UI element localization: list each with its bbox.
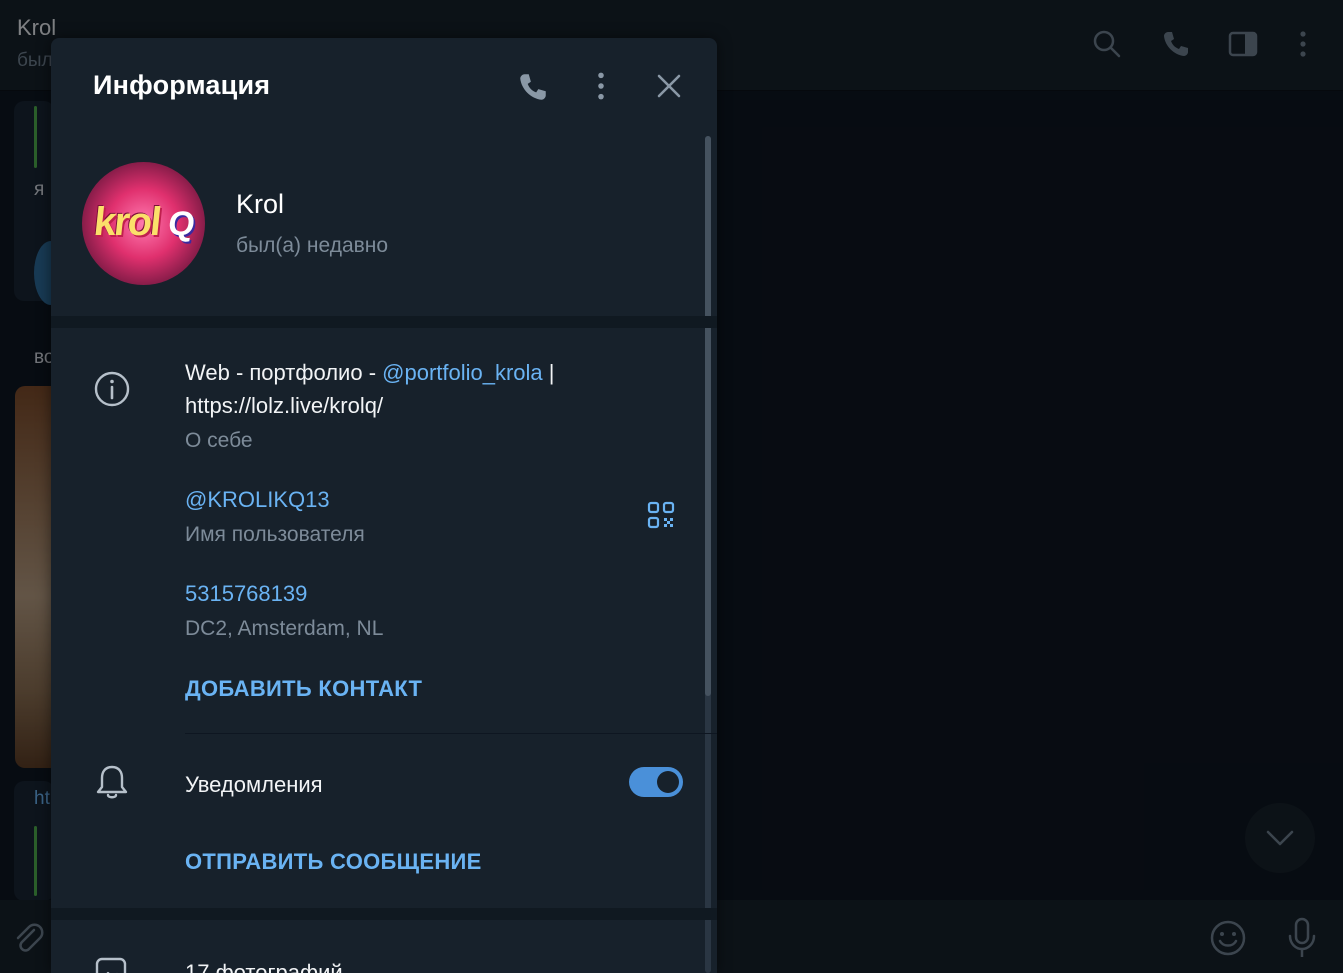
- more-vert-icon[interactable]: [584, 69, 618, 103]
- bio-text: Web - портфолио -: [185, 360, 383, 385]
- user-id[interactable]: 5315768139: [185, 581, 307, 607]
- avatar-logo: krol Q: [91, 200, 195, 244]
- avatar[interactable]: krol Q: [82, 162, 205, 285]
- phone-icon[interactable]: [516, 70, 550, 104]
- user-name: Krol: [236, 189, 285, 219]
- notifications-label: Уведомления: [185, 772, 323, 797]
- info-icon: [94, 371, 130, 407]
- username-caption: Имя пользователя: [185, 523, 365, 546]
- bio-url[interactable]: https://lolz.live/krolq/: [185, 393, 383, 419]
- bell-icon: [96, 765, 128, 799]
- bio-text: |: [542, 360, 555, 385]
- section-divider: [51, 908, 717, 920]
- user-info-panel: Информация krol Q Krol был(а) недавно We…: [51, 38, 717, 973]
- bio-caption: О себе: [185, 429, 253, 452]
- toggle-knob: [657, 771, 679, 793]
- add-contact-button[interactable]: ДОБАВИТЬ КОНТАКТ: [185, 676, 422, 702]
- photos-count-item[interactable]: 17 фотографий: [185, 960, 343, 973]
- send-message-button[interactable]: ОТПРАВИТЬ СООБЩЕНИЕ: [185, 849, 482, 875]
- close-icon[interactable]: [653, 70, 685, 102]
- bio-line-1: Web - портфолио - @portfolio_krola |: [185, 360, 555, 386]
- qr-code-icon[interactable]: [646, 500, 676, 530]
- section-divider: [51, 316, 717, 328]
- user-status: был(а) недавно: [236, 234, 389, 257]
- panel-title: Информация: [93, 70, 271, 100]
- username-link[interactable]: @KROLIKQ13: [185, 487, 330, 513]
- notifications-toggle[interactable]: [629, 767, 683, 797]
- scrollbar-thumb[interactable]: [705, 136, 711, 696]
- datacenter-caption: DC2, Amsterdam, NL: [185, 617, 384, 640]
- bio-mention-link[interactable]: @portfolio_krola: [382, 360, 543, 385]
- row-divider: [185, 733, 717, 734]
- photo-icon: [95, 957, 127, 973]
